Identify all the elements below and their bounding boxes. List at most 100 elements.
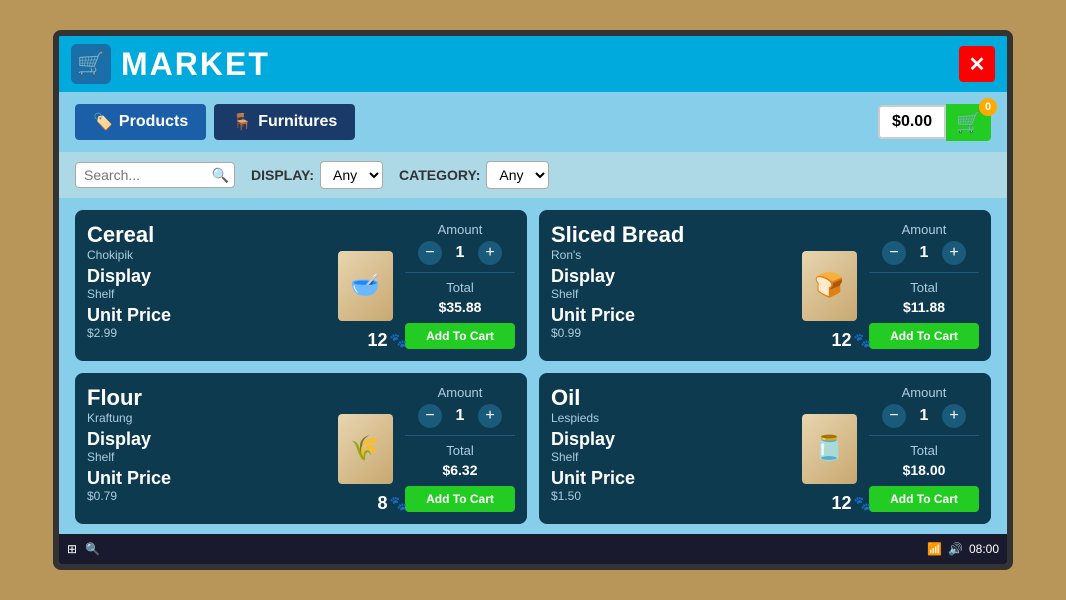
decrement-button[interactable]: − (882, 404, 906, 428)
volume-icon: 🔊 (948, 542, 963, 556)
product-card: Oil Lespieds Display Shelf Unit Price $1… (539, 373, 991, 524)
amount-stepper: − 1 + (418, 241, 502, 265)
product-controls: Amount − 1 + Total $11.88 Add To Cart (869, 222, 979, 349)
stock-icon: 🐾 (854, 332, 871, 349)
amount-value: 1 (914, 244, 934, 262)
product-unit-label: Unit Price (551, 468, 789, 489)
clock: 08:00 (969, 542, 999, 556)
search-icon: 🔍 (212, 167, 229, 184)
title-bar: 🛒 MARKET ✕ (59, 36, 1007, 92)
product-display-sub: Shelf (551, 287, 789, 301)
product-brand: Lespieds (551, 411, 789, 425)
product-stock: 12 🐾 (832, 493, 871, 514)
product-name: Flour (87, 385, 325, 411)
product-unit-label: Unit Price (551, 305, 789, 326)
add-to-cart-button[interactable]: Add To Cart (869, 486, 979, 512)
product-unit-price: $1.50 (551, 489, 789, 503)
decrement-button[interactable]: − (418, 404, 442, 428)
category-select[interactable]: Any (486, 161, 549, 189)
cart-area: $0.00 🛒 0 (878, 104, 991, 141)
search-wrap: 🔍 (75, 162, 235, 188)
product-display: Display (551, 429, 789, 450)
product-display-sub: Shelf (87, 287, 325, 301)
products-tab[interactable]: 🏷️ Products (75, 104, 206, 140)
products-grid: Cereal Chokipik Display Shelf Unit Price… (59, 198, 1007, 534)
close-button[interactable]: ✕ (959, 46, 995, 82)
increment-button[interactable]: + (478, 404, 502, 428)
product-name: Sliced Bread (551, 222, 789, 248)
category-label: CATEGORY: (399, 167, 480, 183)
total-value: $18.00 (903, 462, 946, 478)
product-stock: 12 🐾 (368, 330, 407, 351)
product-unit-label: Unit Price (87, 305, 325, 326)
search-taskbar-icon: 🔍 (85, 542, 100, 556)
product-card: Flour Kraftung Display Shelf Unit Price … (75, 373, 527, 524)
display-select[interactable]: Any (320, 161, 383, 189)
total-label: Total (910, 280, 937, 295)
title-left: 🛒 MARKET (71, 44, 270, 84)
product-unit-price: $0.79 (87, 489, 325, 503)
product-brand: Ron's (551, 248, 789, 262)
product-stock: 12 🐾 (832, 330, 871, 351)
cart-button[interactable]: 🛒 0 (946, 104, 991, 141)
products-label: Products (119, 113, 188, 131)
product-display-sub: Shelf (87, 450, 325, 464)
product-name: Oil (551, 385, 789, 411)
furnitures-label: Furnitures (258, 113, 337, 131)
amount-stepper: − 1 + (882, 241, 966, 265)
product-image: 🥣 (338, 251, 393, 321)
amount-stepper: − 1 + (418, 404, 502, 428)
amount-value: 1 (450, 244, 470, 262)
display-filter: DISPLAY: Any (251, 161, 383, 189)
product-name: Cereal (87, 222, 325, 248)
product-info: Oil Lespieds Display Shelf Unit Price $1… (551, 385, 789, 512)
amount-label: Amount (438, 222, 483, 237)
product-card: Cereal Chokipik Display Shelf Unit Price… (75, 210, 527, 361)
product-display-sub: Shelf (551, 450, 789, 464)
products-icon: 🏷️ (93, 112, 113, 132)
add-to-cart-button[interactable]: Add To Cart (405, 486, 515, 512)
decrement-button[interactable]: − (418, 241, 442, 265)
increment-button[interactable]: + (942, 404, 966, 428)
increment-button[interactable]: + (478, 241, 502, 265)
total-value: $35.88 (439, 299, 482, 315)
product-info: Sliced Bread Ron's Display Shelf Unit Pr… (551, 222, 789, 349)
app-window: 🛒 MARKET ✕ 🏷️ Products 🪑 Furnitures $0.0… (59, 36, 1007, 564)
wifi-icon: 📶 (927, 542, 942, 556)
amount-value: 1 (914, 407, 934, 425)
windows-icon: ⊞ (67, 542, 77, 556)
product-stock: 8 🐾 (378, 493, 407, 514)
product-image: 🫙 (802, 414, 857, 484)
taskbar-right: 📶 🔊 08:00 (927, 542, 999, 556)
add-to-cart-button[interactable]: Add To Cart (869, 323, 979, 349)
increment-button[interactable]: + (942, 241, 966, 265)
nav-bar: 🏷️ Products 🪑 Furnitures $0.00 🛒 0 (59, 92, 1007, 152)
product-image: 🌾 (338, 414, 393, 484)
product-info: Cereal Chokipik Display Shelf Unit Price… (87, 222, 325, 349)
furnitures-icon: 🪑 (232, 112, 252, 132)
furnitures-tab[interactable]: 🪑 Furnitures (214, 104, 355, 140)
product-info: Flour Kraftung Display Shelf Unit Price … (87, 385, 325, 512)
add-to-cart-button[interactable]: Add To Cart (405, 323, 515, 349)
taskbar: ⊞ 🔍 📶 🔊 08:00 (59, 534, 1007, 564)
monitor: 🛒 MARKET ✕ 🏷️ Products 🪑 Furnitures $0.0… (53, 30, 1013, 570)
amount-label: Amount (438, 385, 483, 400)
stock-icon: 🐾 (390, 332, 407, 349)
product-card: Sliced Bread Ron's Display Shelf Unit Pr… (539, 210, 991, 361)
total-value: $11.88 (903, 299, 945, 315)
category-filter: CATEGORY: Any (399, 161, 549, 189)
decrement-button[interactable]: − (882, 241, 906, 265)
app-title: MARKET (121, 46, 270, 83)
taskbar-left: ⊞ 🔍 (67, 542, 100, 556)
product-display: Display (87, 429, 325, 450)
product-display: Display (551, 266, 789, 287)
product-unit-label: Unit Price (87, 468, 325, 489)
total-value: $6.32 (442, 462, 477, 478)
display-label: DISPLAY: (251, 167, 314, 183)
total-label: Total (446, 443, 473, 458)
product-brand: Kraftung (87, 411, 325, 425)
cart-icon: 🛒 (956, 110, 981, 135)
cart-price: $0.00 (878, 105, 946, 139)
cart-badge: 0 (979, 98, 997, 116)
product-controls: Amount − 1 + Total $6.32 Add To Cart (405, 385, 515, 512)
